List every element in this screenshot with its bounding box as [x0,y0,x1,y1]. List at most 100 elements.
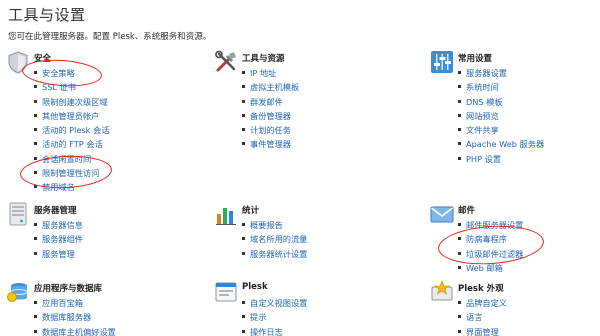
link-appearance-2[interactable]: 界面管理 [466,327,499,336]
bullet-icon [34,223,37,226]
bullet-icon [458,142,461,146]
link-tools-2[interactable]: 群发邮件 [250,97,283,107]
link-stats-1[interactable]: 域名所用的流量 [250,234,307,244]
page-subtitle: 您可在此管理服务器。配置 Plesk、系统服务和资源。 [8,32,212,42]
link-tools-0[interactable]: IP 地址 [250,68,276,78]
link-mail-0[interactable]: 邮件服务器设置 [466,220,523,230]
link-general-1[interactable]: 系统时间 [466,82,499,92]
list-item-appearance: 品牌自定义 [458,296,507,310]
bullet-icon [458,237,461,241]
link-security-1[interactable]: SSL 证书 [42,82,76,92]
section-title-tools: 工具与资源 [242,54,285,64]
plesk-window-icon [215,282,237,302]
shield-icon [8,51,28,74]
list-item-general: 系统时间 [458,80,544,94]
bar-chart-icon [216,208,236,225]
bullet-icon [458,113,461,117]
list-item-stats: 服务器统计设置 [242,247,307,261]
link-server-0[interactable]: 服务器信息 [42,220,83,230]
list-item-mail: 垃圾邮件过滤器 [458,247,523,261]
link-appearance-0[interactable]: 品牌自定义 [466,298,507,308]
list-item-plesk: 提示 [242,310,307,324]
list-item-server: 服务器组件 [34,232,83,246]
list-item-security: 限制创建次级区域 [34,95,109,109]
section-title-general: 常用设置 [458,54,493,64]
link-appearance-1[interactable]: 语言 [466,312,482,322]
link-security-3[interactable]: 其他管理员帐户 [42,111,99,121]
link-mail-2[interactable]: 垃圾邮件过滤器 [466,249,523,259]
link-tools-4[interactable]: 计划的任务 [250,125,291,135]
link-security-0[interactable]: 安全策略 [42,68,75,78]
link-security-2[interactable]: 限制创建次级区域 [42,97,108,107]
bullet-icon [458,301,461,304]
link-apps-1[interactable]: 数据库服务器 [42,312,91,322]
list-item-general: Apache Web 服务器 [458,137,544,151]
link-plesk-1[interactable]: 提示 [250,312,266,322]
link-security-4[interactable]: 活动的 Plesk 会话 [42,125,109,135]
list-item-security: 会话闲置时间 [34,152,109,166]
bullet-icon [34,329,37,333]
list-item-general: PHP 设置 [458,152,544,166]
section-title-plesk: Plesk [242,282,268,292]
bullet-icon [242,329,245,333]
list-item-general: 文件共享 [458,123,544,137]
link-security-8[interactable]: 禁用域名 [42,182,75,192]
section-title-server: 服务器管理 [34,206,77,216]
bullet-icon [242,237,245,241]
bullet-icon [34,156,37,160]
link-stats-2[interactable]: 服务器统计设置 [250,249,307,259]
list-item-apps: 应用百宝箱 [34,296,116,310]
list-item-appearance: 界面管理 [458,325,507,336]
link-general-3[interactable]: 网站预览 [466,111,499,121]
bullet-icon [242,99,245,103]
link-tools-1[interactable]: 虚拟主机模板 [250,82,299,92]
section-title-security: 安全 [34,54,52,64]
link-tools-5[interactable]: 事件管理器 [250,139,291,149]
bullet-icon [458,251,461,255]
list-item-server: 服务管理 [34,247,83,261]
bullet-icon [34,237,37,241]
envelope-icon [430,206,454,223]
bullet-icon [242,223,245,226]
link-stats-0[interactable]: 概要报告 [250,220,283,230]
list-item-tools: 事件管理器 [242,137,299,151]
link-tools-3[interactable]: 备份管理器 [250,111,291,121]
link-server-2[interactable]: 服务管理 [42,249,75,259]
link-general-0[interactable]: 服务器设置 [466,68,507,78]
link-apps-0[interactable]: 应用百宝箱 [42,298,83,308]
link-mail-3[interactable]: Web 邮箱 [466,263,503,273]
list-item-security: SSL 证书 [34,80,109,94]
bullet-icon [242,251,245,255]
bullet-icon [242,71,245,74]
bullet-icon [242,315,245,319]
link-security-6[interactable]: 会话闲置时间 [42,154,91,164]
bullet-icon [458,99,461,103]
list-item-security: 活动的 Plesk 会话 [34,123,109,137]
link-mail-1[interactable]: 防病毒程序 [466,234,507,244]
bullet-icon [34,171,37,175]
bullet-icon [34,301,37,304]
bullet-icon [34,85,37,89]
list-item-tools: 群发邮件 [242,95,299,109]
list-item-general: 服务器设置 [458,66,544,80]
link-general-4[interactable]: 文件共享 [466,125,499,135]
link-general-2[interactable]: DNS 模板 [466,97,503,107]
list-item-general: 网站预览 [458,109,544,123]
link-general-6[interactable]: PHP 设置 [466,154,501,164]
sliders-icon [431,51,453,73]
link-general-5[interactable]: Apache Web 服务器 [466,139,544,149]
server-icon [9,202,27,226]
bullet-icon [242,301,245,304]
list-item-plesk: 自定义视图设置 [242,296,307,310]
tools-icon [215,50,236,72]
link-security-5[interactable]: 活动的 FTP 会话 [42,139,103,149]
list-item-security: 限制管理性访问 [34,166,109,180]
link-security-7[interactable]: 限制管理性访问 [42,168,99,178]
link-plesk-2[interactable]: 操作日志 [250,327,283,336]
list-item-security: 活动的 FTP 会话 [34,137,109,151]
link-plesk-0[interactable]: 自定义视图设置 [250,298,307,308]
section-title-apps: 应用程序与数据库 [34,284,103,294]
link-apps-2[interactable]: 数据库主机偏好设置 [42,327,116,336]
list-item-server: 服务器信息 [34,218,83,232]
link-server-1[interactable]: 服务器组件 [42,234,83,244]
